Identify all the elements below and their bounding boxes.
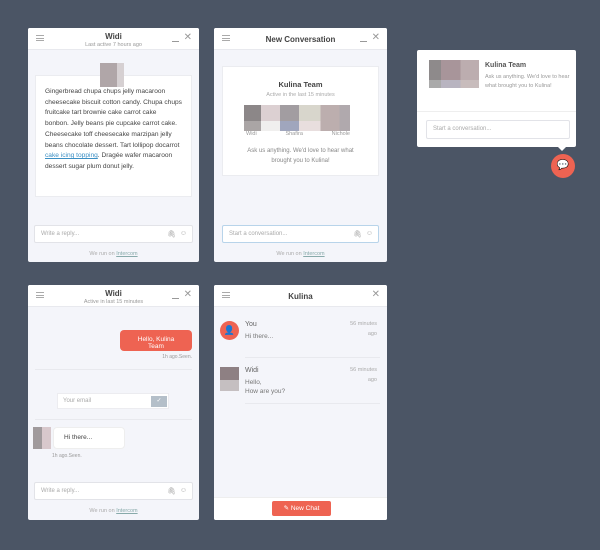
conversation-item[interactable]: Widi Hello, How are you? 56 minutes ago	[214, 361, 387, 405]
pencil-icon: ✎	[283, 505, 290, 512]
emoji-icon[interactable]: ☺	[180, 230, 187, 237]
conversation-item[interactable]: 👤 You Hi there... 56 minutes ago	[214, 315, 387, 359]
intercom-link[interactable]: Intercom	[303, 251, 324, 257]
team-name: Kulina Team	[485, 62, 527, 69]
title: Widi	[105, 32, 122, 41]
received-meta: 1h ago.Seen.	[52, 453, 82, 459]
reply-input[interactable]: Write a reply... 🖇 ☺	[34, 482, 193, 500]
email-placeholder: Your email	[63, 398, 92, 404]
member-name: Nichole	[331, 131, 350, 137]
new-chat-button[interactable]: ✎ New Chat	[272, 501, 331, 516]
conversation-time: 56 minutes ago	[350, 367, 377, 383]
reply-placeholder: Write a reply...	[41, 231, 80, 237]
subtitle: Active in last 15 minutes	[83, 299, 144, 305]
header: Widi Active in last 15 minutes ✕	[28, 285, 199, 307]
team-avatars	[244, 105, 350, 131]
agent-avatar	[220, 367, 239, 391]
email-input[interactable]: Your email ✓	[57, 393, 169, 409]
team-avatars	[429, 60, 479, 88]
footer: We run on Intercom	[28, 508, 199, 514]
emoji-icon[interactable]: ☺	[180, 487, 187, 494]
attachment-icon[interactable]: 🖇	[353, 230, 362, 238]
attachment-icon[interactable]: 🖇	[167, 230, 176, 238]
message-card: Gingerbread chupa chups jelly macaroon c…	[35, 75, 192, 197]
title: Widi	[105, 289, 122, 298]
conversation-list-panel: Kulina ✕ 👤 You Hi there... 56 minutes ag…	[214, 285, 387, 520]
new-chat-label: New Chat	[290, 505, 320, 512]
team-status: Active in the last 15 minutes	[266, 92, 335, 98]
avatar	[100, 63, 124, 87]
team-name: Kulina Team	[278, 80, 323, 89]
emoji-icon[interactable]: ☺	[366, 230, 373, 237]
footer-text: We run on	[276, 251, 304, 257]
close-icon[interactable]: ✕	[372, 289, 380, 301]
conversation-time: 56 minutes ago	[350, 321, 377, 337]
sent-message: Hello, Kulina Team	[120, 330, 192, 351]
menu-icon[interactable]	[36, 292, 44, 298]
member-name: Shafira	[285, 131, 303, 137]
header: New Conversation ✕	[214, 28, 387, 50]
new-conversation-panel: New Conversation ✕ Kulina Team Active in…	[214, 28, 387, 262]
team-intro: Ask us anything. We'd love to hear what …	[485, 74, 570, 89]
intercom-link[interactable]: Intercom	[116, 508, 137, 514]
menu-icon[interactable]	[36, 35, 44, 41]
menu-icon[interactable]	[222, 35, 230, 41]
conversation-name: You	[245, 321, 257, 328]
chat-launcher-button[interactable]: 💬	[551, 154, 575, 178]
conversation-name: Widi	[245, 367, 259, 374]
conversation-preview: Hello,	[245, 379, 262, 386]
member-name: Widi	[246, 131, 257, 137]
attachment-icon[interactable]: 🖇	[167, 487, 176, 495]
reply-placeholder: Write a reply...	[41, 488, 80, 494]
minimize-icon[interactable]	[172, 298, 179, 299]
close-icon[interactable]: ✕	[184, 32, 192, 44]
subtitle: Last active 7 hours ago	[85, 42, 142, 48]
intercom-link[interactable]: Intercom	[116, 251, 137, 257]
conversation-preview-line2: How are you?	[245, 388, 286, 395]
chat-bubbles-icon: 💬	[556, 160, 570, 171]
title: New Conversation	[265, 35, 336, 44]
title: Kulina	[288, 292, 313, 301]
conversation-preview: Hi there...	[245, 333, 274, 340]
start-conversation-input[interactable]: Start a conversation...	[426, 120, 570, 139]
input-placeholder: Start a conversation...	[433, 126, 492, 132]
received-message: Hi there...	[53, 427, 125, 449]
agent-avatar	[33, 427, 51, 449]
reply-input[interactable]: Write a reply... 🖇 ☺	[34, 225, 193, 243]
start-conversation-input[interactable]: Start a conversation... 🖇 ☺	[222, 225, 379, 243]
message-link[interactable]: cake icing topping	[45, 152, 98, 159]
conversation-panel-widi: Widi Last active 7 hours ago ✕ Gingerbre…	[28, 28, 199, 262]
team-card: Kulina Team Active in the last 15 minute…	[222, 66, 379, 176]
sent-meta: 1h ago.Seen.	[162, 354, 192, 360]
submit-email-button[interactable]: ✓	[151, 396, 167, 407]
team-intro: Ask us anything. We'd love to hear what …	[247, 148, 354, 164]
user-avatar-icon: 👤	[220, 321, 239, 340]
minimize-icon[interactable]	[360, 41, 367, 42]
menu-icon[interactable]	[222, 292, 230, 298]
footer: We run on Intercom	[214, 251, 387, 257]
footer-text: We run on	[89, 508, 117, 514]
header: Widi Last active 7 hours ago ✕	[28, 28, 199, 50]
close-icon[interactable]: ✕	[184, 289, 192, 301]
message-text: Gingerbread chupa chups jelly macaroon c…	[45, 88, 182, 149]
conversation-panel-widi-active: Widi Active in last 15 minutes ✕ Hello, …	[28, 285, 199, 520]
footer-text: We run on	[89, 251, 117, 257]
footer: We run on Intercom	[28, 251, 199, 257]
minimize-icon[interactable]	[172, 41, 179, 42]
launcher-popup: Kulina Team Ask us anything. We'd love t…	[417, 50, 576, 151]
input-placeholder: Start a conversation...	[229, 231, 288, 237]
close-icon[interactable]: ✕	[372, 32, 380, 44]
header: Kulina ✕	[214, 285, 387, 307]
